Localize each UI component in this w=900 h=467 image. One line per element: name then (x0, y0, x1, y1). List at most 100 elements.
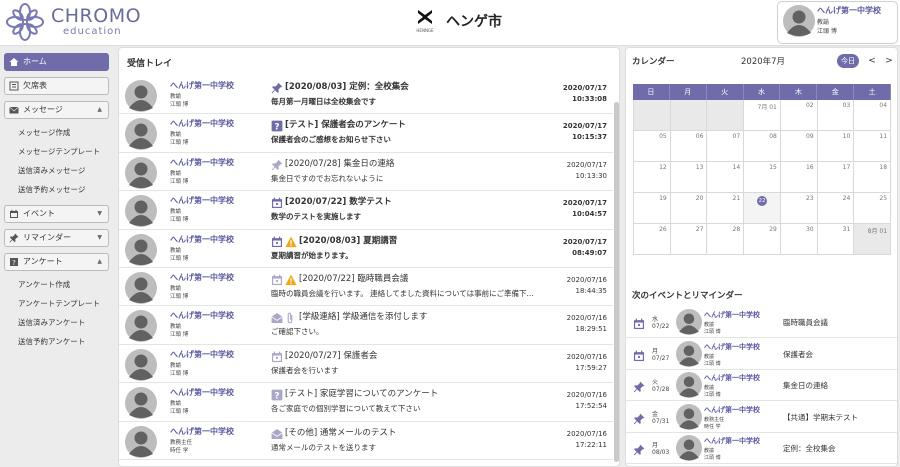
calendar-icon (271, 197, 283, 209)
calendar-day-today[interactable]: 22 (744, 193, 781, 224)
nav-survey-create[interactable]: アンケート作成 (0, 275, 113, 294)
today-button[interactable]: 今日 (837, 54, 859, 68)
chromo-logo[interactable]: CHROMO education (5, 2, 155, 42)
calendar-day[interactable]: 31 (817, 224, 855, 255)
message-row[interactable]: へんげ第一中学校 教諭 江頭 博 [学級連絡] 学級通信を添付します ご確認下さ… (119, 306, 613, 345)
sender-avatar (125, 118, 157, 154)
prev-month-button[interactable]: < (864, 53, 880, 69)
calendar-day[interactable]: 05 (633, 131, 671, 162)
calendar-day[interactable]: 09 (780, 131, 818, 162)
calendar-day[interactable]: 07 (707, 131, 745, 162)
calendar-day[interactable]: 08 (744, 131, 781, 162)
event-title: 臨時職員会議 (783, 318, 828, 327)
message-row[interactable]: へんげ第一中学校 教務主任 時任 学 [その他] 通常メールのテスト 通常メール… (119, 422, 613, 460)
event-row[interactable]: 水 07/22 へんげ第一中学校 教諭 江頭 博 臨時職員会議 (626, 307, 897, 339)
calendar-day[interactable] (670, 100, 708, 131)
sender-avatar (125, 271, 157, 308)
weekday-label: 月 (669, 84, 707, 100)
calendar-day[interactable]: 25 (854, 193, 892, 224)
message-preview: 集金日ですのでお忘れないように (271, 173, 384, 183)
message-row[interactable]: へんげ第一中学校 教諭 江頭 博 [2020/07/27] 保護者会 保護者会を… (119, 345, 613, 384)
nav-home[interactable]: ホーム (4, 53, 109, 71)
message-date: 2020/07/16 (566, 314, 607, 323)
message-row[interactable]: へんげ第一中学校 教諭 江頭 博 [2020/07/28] 集金日の連絡 集金日… (119, 153, 613, 192)
event-row[interactable]: 火 07/28 へんげ第一中学校 教諭 江頭 博 集金日の連絡 (626, 370, 897, 401)
message-time: 10:15:37 (572, 133, 607, 142)
event-row[interactable]: 月 08/03 へんげ第一中学校 教諭 江頭 博 定例：全校集会 (626, 433, 897, 464)
calendar-day[interactable]: 06 (670, 131, 708, 162)
calendar-day[interactable] (633, 100, 671, 131)
nav-survey-sent[interactable]: 送信済みアンケート (0, 313, 113, 332)
nav-messages[interactable]: メッセージ ▲ (4, 101, 109, 119)
calendar-week-row: 7月 01 02 03 04 (633, 100, 892, 131)
attendance-icon (9, 81, 19, 91)
nav-message-templates[interactable]: メッセージテンプレート (0, 142, 113, 161)
calendar-day[interactable]: 16 (780, 162, 818, 193)
calendar-day[interactable]: 10 (817, 131, 855, 162)
calendar-day[interactable]: 21 (707, 193, 745, 224)
calendar-day[interactable]: 02 (780, 100, 818, 131)
calendar-day[interactable]: 14 (707, 162, 745, 193)
message-row[interactable]: へんげ第一中学校 教諭 江頭 博 ? [テスト] 家庭学習についてのアンケート … (119, 383, 613, 422)
nav-reminders[interactable]: リマインダー ▼ (4, 229, 109, 247)
inbox-scrollbar[interactable] (614, 102, 619, 462)
survey-icon: ? (271, 389, 283, 402)
calendar-day[interactable]: 30 (780, 224, 818, 255)
calendar-day[interactable]: 19 (633, 193, 671, 224)
nav-survey-templates[interactable]: アンケートテンプレート (0, 294, 113, 313)
event-title: 【共通】学期末テスト (783, 412, 858, 422)
calendar-day[interactable]: 17 (817, 162, 855, 193)
message-time: 17:52:54 (575, 402, 607, 411)
message-date: 2020/07/17 (562, 237, 607, 246)
message-row[interactable]: へんげ第一中学校 教諭 江頭 博 [2020/07/22] 臨時職員会議 臨時の… (119, 268, 613, 308)
sender-role: 教諭 (170, 170, 182, 177)
message-time: 10:13:30 (575, 171, 607, 180)
message-row[interactable]: へんげ第一中学校 教諭 江頭 博 [2020/08/03] 定例：全校集会 毎月… (119, 76, 613, 115)
nav-message-scheduled[interactable]: 送信予約メッセージ (0, 180, 113, 199)
nav-attendance[interactable]: 欠席表 (4, 77, 109, 95)
nav-message-compose[interactable]: メッセージ作成 (0, 123, 113, 142)
calendar-day[interactable]: 18 (854, 162, 892, 193)
calendar-day-number: 26 (659, 226, 667, 233)
calendar-day[interactable] (707, 100, 745, 131)
next-month-button[interactable]: > (881, 53, 897, 69)
calendar-day-number: 22 (757, 196, 768, 206)
calendar-day[interactable]: 29 (744, 224, 781, 255)
event-row[interactable]: 月 07/27 へんげ第一中学校 教諭 江頭 博 保護者会 (626, 339, 897, 370)
nav-surveys[interactable]: ? アンケート ▲ (4, 253, 109, 271)
calendar-day[interactable]: 13 (670, 162, 708, 193)
sender-school: へんげ第一中学校 (170, 426, 234, 436)
nav-message-sent[interactable]: 送信済みメッセージ (0, 161, 113, 180)
calendar-day[interactable]: 23 (780, 193, 818, 224)
calendar-day[interactable]: 27 (670, 224, 708, 255)
calendar-day[interactable]: 8月 01 (854, 224, 892, 255)
message-row[interactable]: へんげ第一中学校 教諭 江頭 博 ? [テスト] 保護者会のアンケート 保護者会… (119, 114, 613, 154)
message-row[interactable]: へんげ第一中学校 教諭 江頭 博 [2020/07/22] 数学テスト 数学のテ… (119, 191, 613, 230)
scrollbar-thumb[interactable] (614, 102, 619, 462)
event-row[interactable]: 金 07/31 へんげ第一中学校 教務主任 時任 学 【共通】学期末テスト (626, 402, 897, 433)
calendar-day[interactable]: 12 (633, 162, 671, 193)
user-menu[interactable]: へんげ第一中学校 教諭 江頭 博 (777, 1, 898, 44)
calendar-day[interactable]: 7月 01 (744, 100, 781, 131)
event-avatar (676, 309, 702, 339)
calendar-day[interactable]: 03 (817, 100, 855, 131)
calendar-day[interactable]: 04 (854, 100, 892, 131)
event-title: 保護者会 (783, 349, 813, 359)
event-date: 07/27 (652, 354, 670, 362)
calendar-day[interactable]: 15 (744, 162, 781, 193)
message-row[interactable]: へんげ第一中学校 教諭 江頭 博 [2020/08/03] 夏期講習 夏期講習が… (119, 230, 613, 268)
sender-school: へんげ第一中学校 (170, 119, 234, 129)
city-name: ヘンゲ市 (446, 14, 502, 30)
calendar-day[interactable]: 20 (670, 193, 708, 224)
calendar-day-number: 30 (805, 226, 814, 233)
calendar-day[interactable]: 24 (817, 193, 855, 224)
event-date: 07/31 (652, 417, 670, 425)
calendar-day-number: 07 (732, 133, 741, 140)
nav-events[interactable]: イベント ▼ (4, 205, 109, 223)
calendar-day[interactable]: 26 (633, 224, 671, 255)
weekday-label: 水 (743, 84, 781, 100)
calendar-day[interactable]: 11 (854, 131, 892, 162)
calendar-day[interactable]: 28 (707, 224, 745, 255)
nav-survey-scheduled[interactable]: 送信予約アンケート (0, 332, 113, 351)
inbox-panel: 受信トレイ へんげ第一中学校 教諭 江頭 博 [2020/08/03] 定例：全… (118, 47, 620, 467)
